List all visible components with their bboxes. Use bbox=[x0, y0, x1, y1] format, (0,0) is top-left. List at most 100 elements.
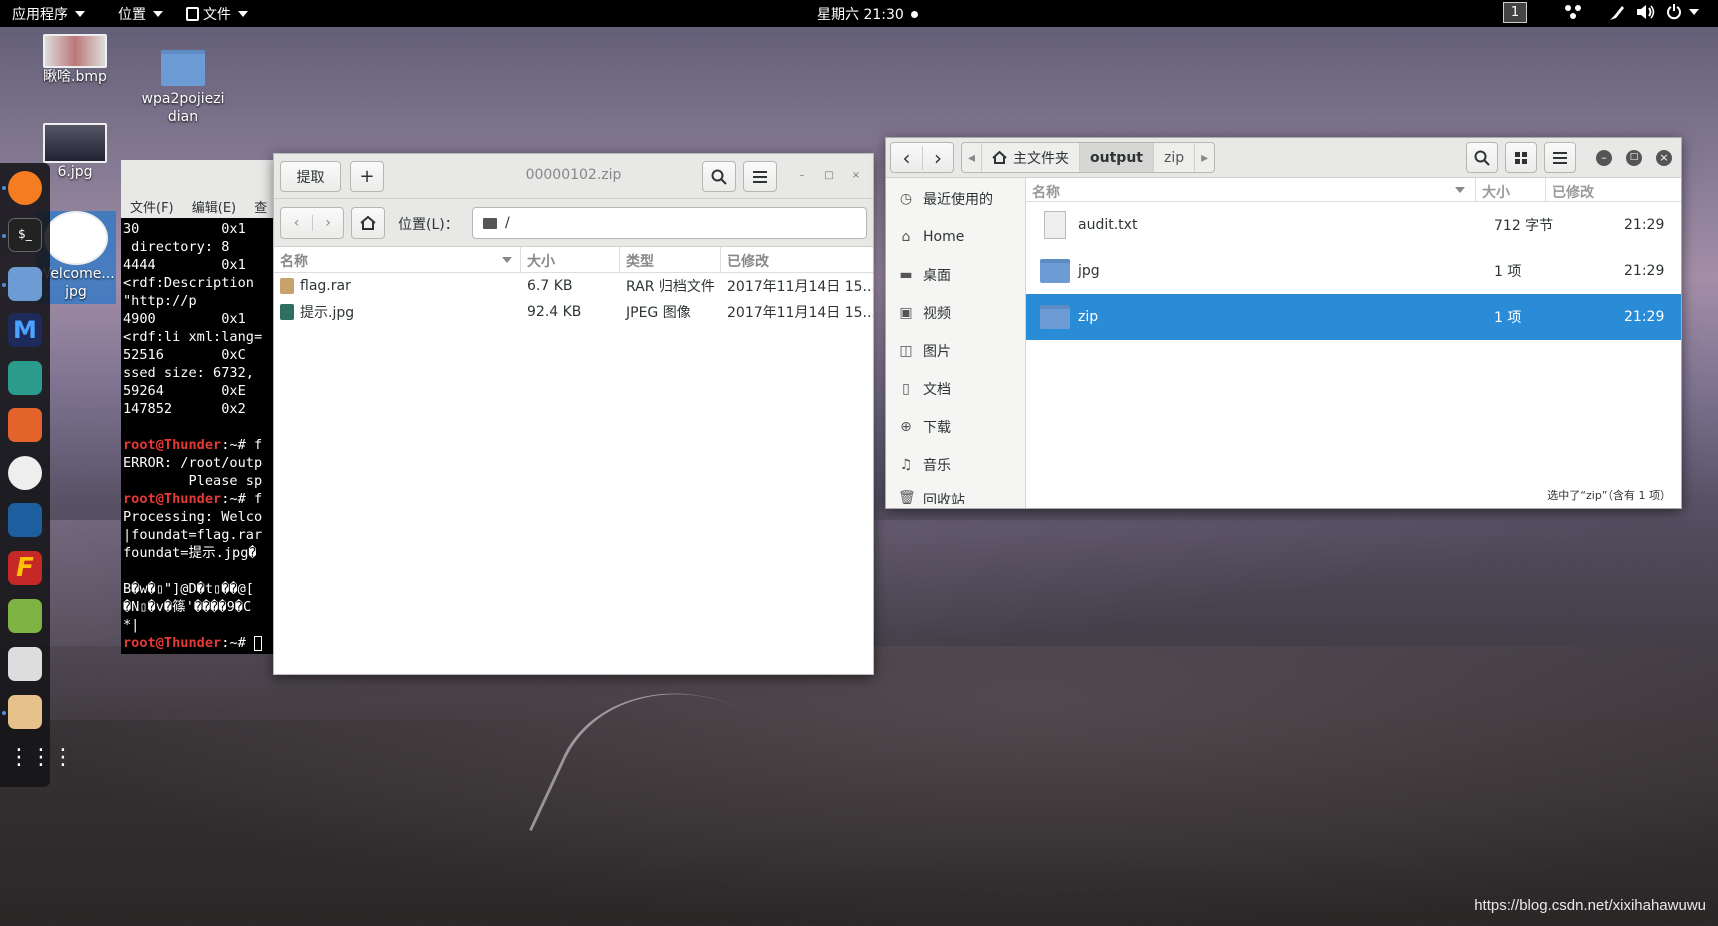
back-icon[interactable]: ‹ bbox=[281, 215, 312, 231]
breadcrumb-home[interactable]: 主文件夹 bbox=[982, 143, 1081, 172]
applications-menu[interactable]: 应用程序 bbox=[12, 4, 85, 24]
breadcrumb-scroll-left[interactable]: ◂ bbox=[962, 143, 983, 172]
column-size[interactable]: 大小 bbox=[1476, 178, 1546, 201]
maximize-button[interactable]: □ bbox=[1626, 150, 1642, 166]
archive-file-icon bbox=[280, 278, 294, 294]
minimize-button[interactable]: – bbox=[794, 168, 810, 184]
picture-icon: ◫ bbox=[899, 343, 913, 359]
column-modified[interactable]: 已修改 bbox=[1546, 178, 1681, 201]
close-button[interactable]: × bbox=[1656, 150, 1672, 166]
home-icon bbox=[992, 151, 1007, 164]
sidebar-item-music[interactable]: ♫ 音乐 bbox=[886, 446, 1025, 484]
search-button[interactable] bbox=[1466, 142, 1498, 173]
archive-column-header: 名称 大小 类型 已修改 bbox=[274, 247, 873, 273]
file-list: 名称 大小 已修改 audit.txt 712 字节 21:29 jpg 1 项… bbox=[1026, 178, 1681, 508]
terminal-menu-view[interactable]: 查 bbox=[254, 201, 267, 216]
list-item[interactable]: jpg 1 项 21:29 bbox=[1026, 248, 1681, 294]
places-menu[interactable]: 位置 bbox=[118, 4, 163, 24]
recordmydesktop-icon[interactable] bbox=[8, 647, 42, 681]
show-apps-icon[interactable]: ⋮⋮⋮ bbox=[8, 743, 74, 777]
terminal-cursor bbox=[253, 635, 262, 651]
dock: $_ M F ⋮⋮⋮ bbox=[0, 163, 74, 787]
firefox-icon[interactable] bbox=[8, 171, 42, 205]
file-type: JPEG 图像 bbox=[626, 305, 691, 321]
sidebar-item-pictures[interactable]: ◫ 图片 bbox=[886, 332, 1025, 370]
status-bar: 选中了“zip”（含有 1 项） bbox=[1547, 489, 1671, 502]
terminal-window[interactable]: 文件(F) 编辑(E) 查 30 0x1 directory: 8 4444 0… bbox=[121, 160, 281, 654]
terminal-prompt: root@Thunder bbox=[123, 491, 222, 507]
column-modified[interactable]: 已修改 bbox=[721, 247, 873, 272]
sidebar: ◷ 最近使用的 ⌂ Home ▬ 桌面 ▣ 视频 ◫ 图片 ▯ 文档 ⊕ 下载 ♫ 音乐 🗑 回收… bbox=[886, 178, 1026, 508]
sidebar-item-recent[interactable]: ◷ 最近使用的 bbox=[886, 180, 1025, 218]
file-size: 712 字节 bbox=[1494, 218, 1554, 234]
files-menu[interactable]: 文件 bbox=[186, 4, 248, 24]
archive-headerbar: 提取 + 00000102.zip – □ × bbox=[274, 154, 873, 199]
forward-icon[interactable]: › bbox=[311, 215, 343, 231]
list-item[interactable]: audit.txt 712 字节 21:29 bbox=[1026, 202, 1681, 248]
column-type[interactable]: 类型 bbox=[620, 247, 721, 272]
maximize-button[interactable]: □ bbox=[821, 168, 837, 184]
sidebar-item-documents[interactable]: ▯ 文档 bbox=[886, 370, 1025, 408]
terminal-command: :~# f bbox=[221, 437, 263, 453]
column-name[interactable]: 名称 bbox=[1026, 178, 1476, 201]
sidebar-item-home[interactable]: ⌂ Home bbox=[886, 218, 1025, 256]
sidebar-item-desktop[interactable]: ▬ 桌面 bbox=[886, 256, 1025, 294]
files-icon[interactable] bbox=[8, 267, 42, 301]
minimize-button[interactable]: – bbox=[1596, 150, 1612, 166]
volume-icon[interactable] bbox=[1636, 4, 1656, 20]
list-item-selected[interactable]: zip 1 项 21:29 bbox=[1026, 294, 1681, 340]
column-size[interactable]: 大小 bbox=[521, 247, 620, 272]
archive-manager-icon[interactable] bbox=[8, 695, 42, 729]
terminal-menu-edit[interactable]: 编辑(E) bbox=[192, 201, 236, 216]
burpsuite-icon[interactable] bbox=[8, 408, 42, 442]
sidebar-item-downloads[interactable]: ⊕ 下载 bbox=[886, 408, 1025, 446]
desktop-folder-wpa[interactable]: wpa2pojiezi dian bbox=[140, 50, 226, 126]
hamburger-icon bbox=[753, 170, 767, 183]
folder-icon: ▬ bbox=[899, 267, 913, 283]
sidebar-item-trash[interactable]: 🗑 回收站 bbox=[886, 484, 1025, 504]
back-icon[interactable]: ‹ bbox=[891, 146, 922, 170]
archive-manager-window: 提取 + 00000102.zip – □ × ‹ › 位置(L)： / 名称 大… bbox=[273, 153, 874, 675]
home-button[interactable] bbox=[351, 207, 385, 239]
terminal-line: 4900 0x1 bbox=[123, 311, 246, 327]
terminal-line: ERROR: /root/outp bbox=[123, 455, 263, 471]
metasploit-icon[interactable]: M bbox=[8, 313, 42, 347]
grid-view-button[interactable] bbox=[1505, 142, 1537, 173]
terminal-line: ssed size: 6732, bbox=[123, 365, 254, 381]
trash-icon: 🗑 bbox=[898, 490, 916, 504]
column-name[interactable]: 名称 bbox=[274, 247, 521, 272]
sidebar-item-videos[interactable]: ▣ 视频 bbox=[886, 294, 1025, 332]
maltego-icon[interactable] bbox=[8, 456, 42, 490]
menu-button[interactable] bbox=[743, 161, 777, 192]
desktop-file-6jpg[interactable]: 6.jpg bbox=[40, 123, 110, 181]
beef-icon[interactable] bbox=[8, 503, 42, 537]
power-icon[interactable] bbox=[1666, 4, 1699, 20]
breadcrumb-output[interactable]: output bbox=[1080, 143, 1154, 172]
location-field[interactable]: / bbox=[472, 207, 867, 239]
close-button[interactable]: × bbox=[848, 168, 864, 184]
breadcrumb-zip[interactable]: zip bbox=[1154, 143, 1196, 172]
terminal-menu-file[interactable]: 文件(F) bbox=[130, 201, 174, 216]
workspace-indicator[interactable]: 1 bbox=[1503, 2, 1527, 23]
breadcrumb-scroll-right[interactable]: ▸ bbox=[1195, 143, 1214, 172]
terminal-line: B�w�▯"]@D�t▯��@[ bbox=[123, 581, 254, 597]
search-button[interactable] bbox=[702, 161, 736, 192]
leafpad-icon[interactable] bbox=[8, 599, 42, 633]
clock[interactable]: 星期六 21:30 bbox=[817, 4, 918, 24]
faraday-icon[interactable]: F bbox=[8, 551, 42, 585]
terminal-prompt: root@Thunder bbox=[123, 635, 222, 651]
armitage-icon[interactable] bbox=[8, 361, 42, 395]
network-icon[interactable] bbox=[1564, 4, 1582, 20]
sidebar-item-label: 视频 bbox=[923, 306, 951, 322]
menu-button[interactable] bbox=[1544, 142, 1576, 173]
table-row[interactable]: flag.rar 6.7 KB RAR 归档文件 2017年11月14日 15.… bbox=[274, 273, 873, 299]
terminal-icon[interactable]: $_ bbox=[8, 218, 42, 252]
pen-icon[interactable] bbox=[1608, 4, 1626, 22]
forward-icon[interactable]: › bbox=[921, 145, 953, 170]
home-icon bbox=[360, 216, 376, 230]
top-panel: 应用程序 位置 文件 星期六 21:30 1 bbox=[0, 0, 1718, 27]
breadcrumb-home-label: 主文件夹 bbox=[1013, 150, 1070, 167]
desktop-file-bmp[interactable]: 瞅啥.bmp bbox=[40, 34, 110, 86]
table-row[interactable]: 提示.jpg 92.4 KB JPEG 图像 2017年11月14日 15... bbox=[274, 299, 873, 325]
chevron-down-icon bbox=[1689, 9, 1699, 15]
